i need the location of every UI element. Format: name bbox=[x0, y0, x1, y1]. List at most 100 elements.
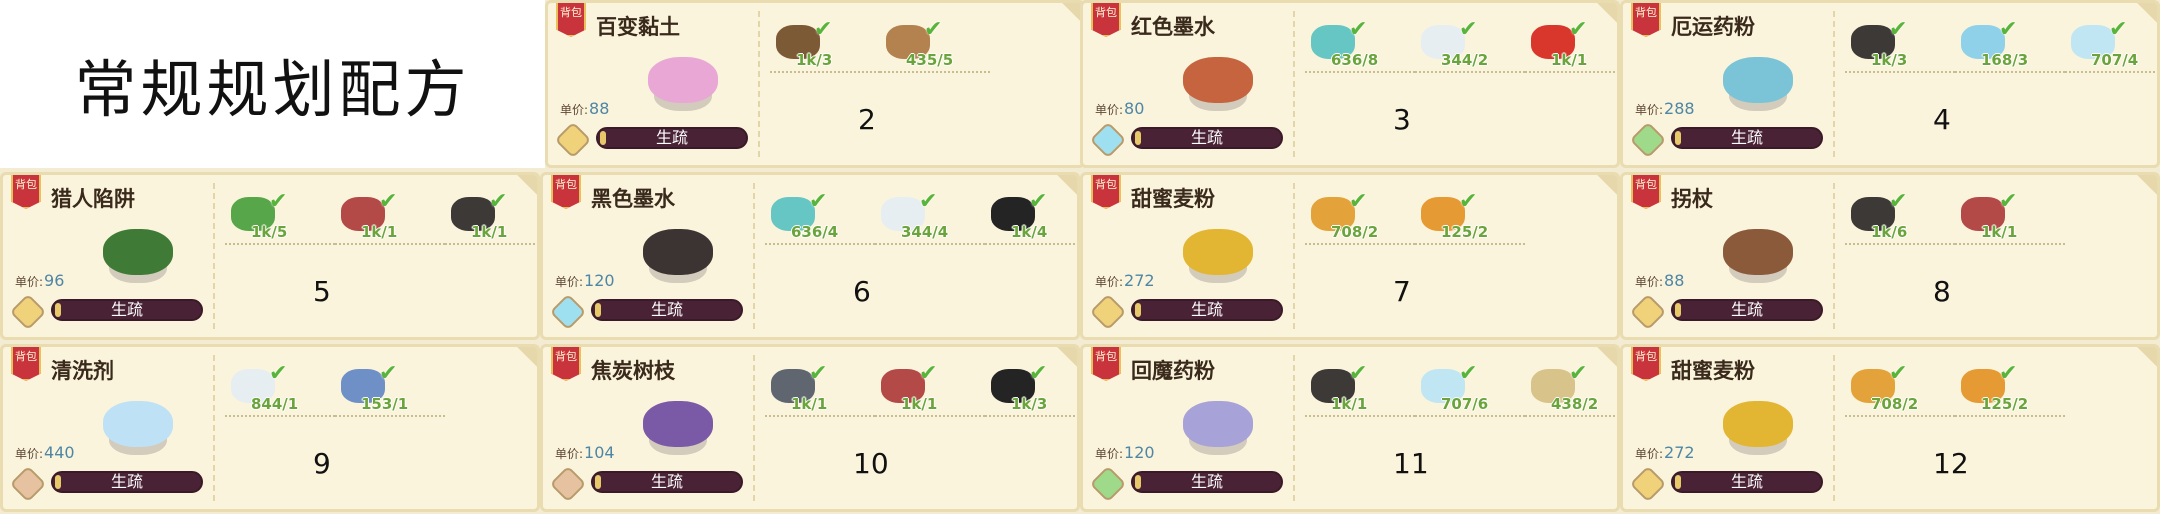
ingredient-slot[interactable]: ✔ 844/1 bbox=[225, 359, 335, 429]
rarity-tag: 背包 bbox=[11, 347, 41, 381]
ingredient-underline bbox=[765, 415, 875, 417]
check-icon: ✔ bbox=[1889, 17, 1908, 42]
proficiency-fill bbox=[55, 475, 61, 489]
ingredient-count: 1k/1 bbox=[1331, 395, 1368, 413]
price-value: 272 bbox=[1664, 443, 1695, 462]
recipe-card[interactable]: 背包 百变黏土 单价:88 生疏 2 ✔ 1k/3 ✔ 435/5 bbox=[545, 0, 1085, 168]
recipe-number: 6 bbox=[853, 275, 871, 308]
recipe-card[interactable]: 背包 回魔药粉 单价:120 生疏 11 ✔ 1k/1 ✔ 707/6 ✔ 43… bbox=[1080, 344, 1620, 512]
blue-drop-icon bbox=[549, 293, 587, 331]
ingredient-slot[interactable]: ✔ 1k/3 bbox=[985, 359, 1077, 429]
ingredient-slot[interactable]: ✔ 125/2 bbox=[1955, 359, 2065, 429]
card-divider bbox=[758, 11, 760, 157]
proficiency-bar: 生疏 bbox=[51, 299, 203, 321]
item-name: 猎人陷阱 bbox=[51, 187, 135, 211]
ingredient-slot[interactable]: ✔ 1k/1 bbox=[335, 187, 445, 257]
ingredient-slot[interactable]: ✔ 636/8 bbox=[1305, 15, 1415, 85]
rarity-tag: 背包 bbox=[11, 175, 41, 209]
ingredient-slot[interactable]: ✔ 1k/5 bbox=[225, 187, 335, 257]
ingredient-slot[interactable]: ✔ 438/2 bbox=[1525, 359, 1617, 429]
ingredient-underline bbox=[1305, 71, 1415, 73]
proficiency-fill bbox=[600, 131, 606, 145]
rarity-tag: 背包 bbox=[1091, 347, 1121, 381]
price-value: 120 bbox=[584, 271, 615, 290]
recipe-card[interactable]: 背包 焦炭树枝 单价:104 生疏 10 ✔ 1k/1 ✔ 1k/1 ✔ 1k/… bbox=[540, 344, 1080, 512]
recipe-number: 2 bbox=[858, 103, 876, 136]
ingredient-underline bbox=[335, 415, 445, 417]
ingredient-underline bbox=[2065, 71, 2157, 73]
gold-diamond-icon bbox=[1629, 465, 1667, 503]
ingredient-slot[interactable]: ✔ 1k/1 bbox=[1305, 359, 1415, 429]
recipe-card[interactable]: 背包 拐杖 单价:88 生疏 8 ✔ 1k/6 ✔ 1k/1 bbox=[1620, 172, 2160, 340]
ingredient-underline bbox=[1525, 415, 1617, 417]
purple-potion-icon bbox=[1183, 401, 1253, 447]
check-icon: ✔ bbox=[379, 361, 398, 386]
ingredient-slot[interactable]: ✔ 125/2 bbox=[1415, 187, 1525, 257]
ingredient-slot[interactable]: ✔ 435/5 bbox=[880, 15, 990, 85]
ingredient-slot[interactable]: ✔ 707/6 bbox=[1415, 359, 1525, 429]
ingredient-count: 636/8 bbox=[1331, 51, 1379, 69]
unit-price: 单价:120 bbox=[555, 271, 615, 290]
recipe-number: 8 bbox=[1933, 275, 1951, 308]
proficiency-bar: 生疏 bbox=[1671, 299, 1823, 321]
ingredient-slot[interactable]: ✔ 1k/3 bbox=[770, 15, 880, 85]
ingredient-slot[interactable]: ✔ 1k/1 bbox=[1955, 187, 2065, 257]
check-icon: ✔ bbox=[1349, 17, 1368, 42]
black-ink-bottle-icon bbox=[643, 229, 713, 275]
ingredient-slot[interactable]: ✔ 153/1 bbox=[335, 359, 445, 429]
ingredient-count: 125/2 bbox=[1441, 223, 1489, 241]
check-icon: ✔ bbox=[919, 361, 938, 386]
check-icon: ✔ bbox=[1999, 361, 2018, 386]
recipe-card[interactable]: 背包 甜蜜麦粉 单价:272 生疏 7 ✔ 708/2 ✔ 125/2 bbox=[1080, 172, 1620, 340]
ingredient-count: 1k/1 bbox=[791, 395, 828, 413]
ingredient-slot[interactable]: ✔ 1k/6 bbox=[1845, 187, 1955, 257]
card-divider bbox=[1833, 355, 1835, 501]
ingredient-slot[interactable]: ✔ 1k/3 bbox=[1845, 15, 1955, 85]
ingredient-underline bbox=[765, 243, 875, 245]
check-icon: ✔ bbox=[1889, 189, 1908, 214]
price-prefix: 单价: bbox=[555, 447, 584, 461]
recipe-card[interactable]: 背包 红色墨水 单价:80 生疏 3 ✔ 636/8 ✔ 344/2 ✔ 1k/… bbox=[1080, 0, 1620, 168]
recipe-number: 11 bbox=[1393, 447, 1429, 480]
check-icon: ✔ bbox=[1029, 189, 1048, 214]
ingredient-underline bbox=[1415, 243, 1525, 245]
ingredient-count: 125/2 bbox=[1981, 395, 2029, 413]
proficiency-bar: 生疏 bbox=[51, 471, 203, 493]
ingredient-slot[interactable]: ✔ 1k/1 bbox=[1525, 15, 1617, 85]
item-name: 百变黏土 bbox=[596, 15, 680, 39]
price-value: 88 bbox=[1664, 271, 1685, 290]
ingredient-slot[interactable]: ✔ 707/4 bbox=[2065, 15, 2157, 85]
proficiency-label: 生疏 bbox=[1730, 300, 1763, 319]
ingredient-slot[interactable]: ✔ 708/2 bbox=[1305, 187, 1415, 257]
ingredient-slot[interactable]: ✔ 344/2 bbox=[1415, 15, 1525, 85]
ingredient-slot[interactable]: ✔ 344/4 bbox=[875, 187, 985, 257]
ingredient-slot[interactable]: ✔ 636/4 bbox=[765, 187, 875, 257]
recipe-card[interactable]: 背包 甜蜜麦粉 单价:272 生疏 12 ✔ 708/2 ✔ 125/2 bbox=[1620, 344, 2160, 512]
proficiency-bar: 生疏 bbox=[591, 299, 743, 321]
ingredient-slot[interactable]: ✔ 1k/1 bbox=[445, 187, 537, 257]
proficiency-fill bbox=[1135, 475, 1141, 489]
ingredient-count: 435/5 bbox=[906, 51, 954, 69]
golden-flour-pile-icon bbox=[1723, 401, 1793, 447]
proficiency-label: 生疏 bbox=[110, 300, 143, 319]
recipe-card[interactable]: 背包 黑色墨水 单价:120 生疏 6 ✔ 636/4 ✔ 344/4 ✔ 1k… bbox=[540, 172, 1080, 340]
proficiency-bar: 生疏 bbox=[1131, 299, 1283, 321]
ingredient-slot[interactable]: ✔ 1k/1 bbox=[765, 359, 875, 429]
check-icon: ✔ bbox=[1459, 17, 1478, 42]
ingredient-count: 1k/1 bbox=[901, 395, 938, 413]
rarity-tag: 背包 bbox=[1091, 175, 1121, 209]
ingredient-slot[interactable]: ✔ 1k/4 bbox=[985, 187, 1077, 257]
ingredient-slot[interactable]: ✔ 1k/1 bbox=[875, 359, 985, 429]
unit-price: 单价:272 bbox=[1635, 443, 1695, 462]
ingredient-underline bbox=[985, 415, 1077, 417]
ingredient-slot[interactable]: ✔ 708/2 bbox=[1845, 359, 1955, 429]
unit-price: 单价:288 bbox=[1635, 99, 1695, 118]
recipe-card[interactable]: 背包 猎人陷阱 单价:96 生疏 5 ✔ 1k/5 ✔ 1k/1 ✔ 1k/1 bbox=[0, 172, 540, 340]
ingredient-slot[interactable]: ✔ 168/3 bbox=[1955, 15, 2065, 85]
recipe-card[interactable]: 背包 厄运药粉 单价:288 生疏 4 ✔ 1k/3 ✔ 168/3 ✔ 707… bbox=[1620, 0, 2160, 168]
recipe-card[interactable]: 背包 清洗剂 单价:440 生疏 9 ✔ 844/1 ✔ 153/1 bbox=[0, 344, 540, 512]
proficiency-bar: 生疏 bbox=[1671, 127, 1823, 149]
ingredient-count: 344/4 bbox=[901, 223, 949, 241]
card-divider bbox=[1833, 183, 1835, 329]
check-icon: ✔ bbox=[1569, 361, 1588, 386]
